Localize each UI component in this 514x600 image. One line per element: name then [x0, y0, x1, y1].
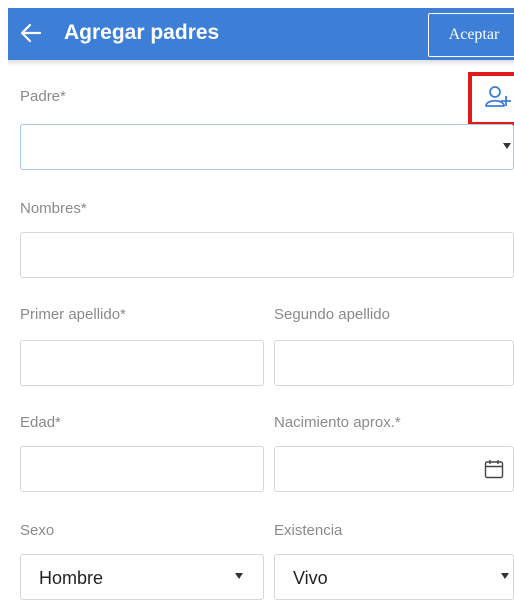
- edad-input[interactable]: [20, 446, 264, 492]
- nacimiento-label: Nacimiento aprox.*: [274, 414, 401, 431]
- arrow-left-icon: [20, 23, 42, 43]
- sexo-value: Hombre: [39, 568, 104, 588]
- padre-label: Padre*: [20, 88, 66, 105]
- segundo-apellido-label: Segundo apellido: [274, 306, 390, 323]
- nacimiento-input[interactable]: [274, 446, 514, 492]
- padre-select[interactable]: [20, 124, 514, 170]
- page-title: Agregar padres: [64, 21, 220, 44]
- header-shadow: [8, 60, 514, 66]
- nombres-label: Nombres*: [20, 200, 87, 217]
- segundo-apellido-input[interactable]: [274, 340, 514, 386]
- existencia-value: Vivo: [293, 568, 328, 588]
- nombres-input[interactable]: [20, 232, 514, 278]
- edad-label: Edad*: [20, 414, 61, 431]
- calendar-icon[interactable]: [483, 458, 505, 480]
- existencia-select[interactable]: Vivo: [274, 554, 514, 600]
- accept-button[interactable]: Aceptar: [428, 13, 514, 57]
- chevron-down-icon: [235, 573, 243, 579]
- app-header: Agregar padres Aceptar: [8, 8, 514, 60]
- highlight-box: [468, 72, 514, 126]
- chevron-down-icon: [501, 573, 509, 579]
- back-button[interactable]: [16, 18, 46, 48]
- sexo-label: Sexo: [20, 522, 55, 539]
- primer-apellido-label: Primer apellido*: [20, 306, 126, 323]
- existencia-label: Existencia: [274, 522, 343, 539]
- chevron-down-icon: [503, 143, 511, 149]
- primer-apellido-input[interactable]: [20, 340, 264, 386]
- sexo-select[interactable]: Hombre: [20, 554, 264, 600]
